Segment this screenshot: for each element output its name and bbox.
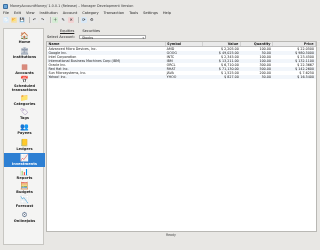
toolbar-separator [78,16,79,23]
settings-button[interactable]: ⚙ [88,16,95,23]
status-text: Ready [166,233,176,237]
menu-tools[interactable]: Tools [129,11,138,15]
menu-transaction[interactable]: Transaction [104,11,125,15]
menu-settings[interactable]: Settings [143,11,158,15]
account-select[interactable]: Stocks ▾ [78,34,146,40]
sidebar-item-label: Institutions [12,55,37,60]
sidebar-item-forecast[interactable]: 📉 Forecast [4,195,45,209]
app-icon [3,3,8,9]
update-button[interactable]: ⟳ [80,16,87,23]
toolbar-separator [29,16,30,23]
sidebar-item-label: Onlinejobs [13,219,36,224]
sidebar-item-investments[interactable]: 📈 Investments [4,153,45,167]
chevron-down-icon[interactable]: ▾ [142,36,144,40]
redo-icon: ↷ [40,16,45,22]
sidebar-item-label: Home [18,40,31,45]
tag-icon: 🏷 [20,107,29,116]
undo-button[interactable]: ↶ [31,16,38,23]
calendar-icon: 📅 [20,76,29,85]
sidebar-item-label: Tags [19,116,30,121]
undo-icon: ↶ [32,16,37,22]
account-select-value: Stocks [81,35,94,40]
tab-equities[interactable]: Equities [58,29,76,33]
bank-icon: 🏛 [20,46,29,55]
onlinejobs-icon: ⚙ [21,210,28,219]
sidebar-item-payees[interactable]: 👥 Payees [4,122,45,136]
new-document-icon: 📄 [3,16,9,22]
investment-tabs: Equities Securities [46,27,317,33]
sidebar-item-home[interactable]: 🏠 Home [4,31,45,45]
status-bar: Ready [46,233,317,237]
table-cell-price: $ 16.5400 [272,75,316,80]
home-icon: 🏠 [20,31,29,40]
toolbar-separator [49,16,51,23]
menu-view[interactable]: View [26,11,35,15]
new-account-icon: ＋ [53,16,58,22]
payees-icon: 👥 [20,122,29,131]
sidebar-item-label: Ledgers [16,147,33,152]
navigation-sidebar: 🏠 Home 🏛 Institutions ▦ Accounts 📅 Scheduled tr… [3,28,45,245]
redo-button[interactable]: ↷ [39,16,46,23]
budgets-icon: 🧮 [20,182,29,191]
delete-icon: ✕ [69,16,73,22]
delete-button[interactable]: ✕ [68,16,75,23]
sidebar-item-label: Reports [16,176,33,181]
sidebar-item-reports[interactable]: 📊 Reports [4,168,45,181]
table-row[interactable]: Yahoo! Inc. YHOO $ 827.00 50.00 $ 16.5400 [47,75,316,80]
sidebar-item-accounts[interactable]: ▦ Accounts [4,62,45,76]
table-body: Advanced Micro Devices, Inc. AMD $ 2,205.0… [47,47,316,80]
table-cell-value: $ 827.00 [202,75,241,80]
investments-view: Equities Securities Select Account: Stock… [46,27,317,232]
save-button[interactable]: 💾 [19,16,25,23]
menu-file[interactable]: File [3,11,9,15]
account-selector-row: Select Account: Stocks ▾ [46,34,317,40]
accounts-icon: ▦ [21,62,28,71]
menu-category[interactable]: Category [82,11,98,15]
categories-icon: 📁 [20,93,29,102]
equities-table: Name Symbol Value Quantity Price Advanced Mi… [46,41,317,232]
new-account-button[interactable]: ＋ [52,16,59,23]
new-document-button[interactable]: 📄 [3,16,9,23]
sidebar-item-ledgers[interactable]: 📒 Ledgers [4,138,45,152]
select-account-label: Select Account: [47,35,75,39]
forecast-icon: 📉 [20,195,29,204]
menu-institution[interactable]: Institution [40,11,58,15]
menu-help[interactable]: Help [163,11,171,15]
sidebar-item-budgets[interactable]: 🧮 Budgets [4,182,45,195]
settings-icon: ⚙ [89,16,94,22]
reports-icon: 📊 [20,168,29,177]
tab-securities[interactable]: Securities [80,29,102,33]
table-cell-quantity: 50.00 [240,75,273,80]
edit-button[interactable]: ✎ [60,16,67,23]
window-title: MoneyAccountMoney/ 1.0.0.1 (Release) – M… [10,4,134,8]
sidebar-item-onlinejobs[interactable]: ⚙ Onlinejobs [4,210,45,224]
toolbar: 📄 📂 💾 ↶ ↷ ＋ ✎ ✕ ⟳ ⚙ [3,16,97,23]
sidebar-item-label: Investments [11,162,38,167]
update-icon: ⟳ [82,16,86,22]
app-window: MoneyAccountMoney/ 1.0.0.1 (Release) – M… [0,0,320,250]
sidebar-item-institutions[interactable]: 🏛 Institutions [4,46,45,60]
sidebar-item-categories[interactable]: 📁 Categories [4,93,45,107]
open-folder-icon: 📂 [11,16,17,22]
menu-account[interactable]: Account [63,11,78,15]
edit-icon: ✎ [61,16,65,22]
table-cell-name: Yahoo! Inc. [47,75,166,80]
investments-icon: 📈 [20,153,29,162]
sidebar-item-tags[interactable]: 🏷 Tags [4,107,45,121]
title-bar: MoneyAccountMoney/ 1.0.0.1 (Release) – M… [3,3,317,9]
open-folder-button[interactable]: 📂 [11,16,17,23]
menu-edit[interactable]: Edit [14,11,21,15]
sidebar-item-label: Scheduled transactions [11,84,38,93]
ledger-icon: 📒 [20,138,29,147]
save-icon: 💾 [19,16,25,22]
sidebar-item-label: Forecast [15,204,34,209]
sidebar-item-scheduled[interactable]: 📅 Scheduled transactions [4,76,45,93]
table-cell-symbol: YHOO [165,75,203,80]
sidebar-item-label: Payees [17,131,32,136]
